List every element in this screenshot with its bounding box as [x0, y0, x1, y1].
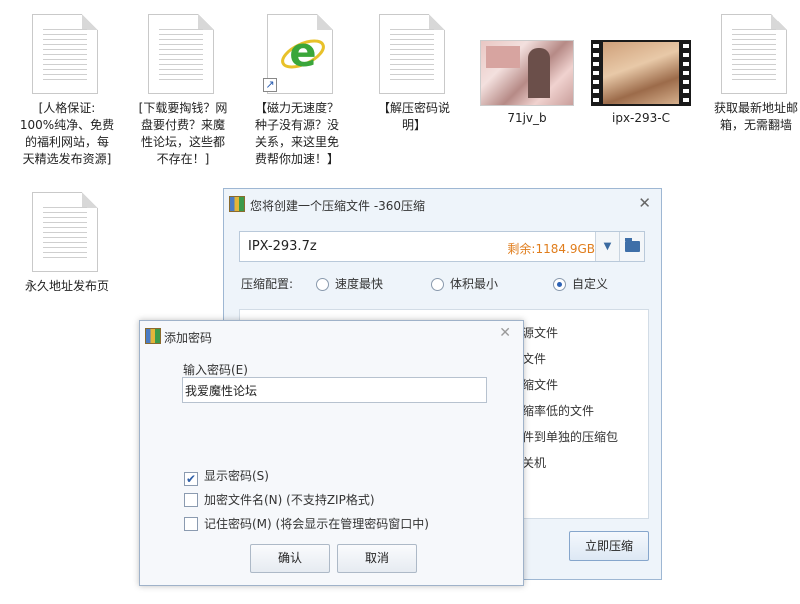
- ie-shortcut-icon: e ↗: [257, 14, 337, 96]
- document-icon: [721, 14, 791, 96]
- 360zip-app-icon: [145, 328, 161, 344]
- show-password-checkbox[interactable]: ✔ 显示密码(S): [184, 467, 269, 486]
- svg-text:e: e: [289, 30, 316, 76]
- file-label: [人格保证: 100%纯净、免费 的福利网站，每 天精选发布资源]: [19, 101, 115, 166]
- file-label: 永久地址发布页: [24, 279, 109, 293]
- option-item[interactable]: 源文件: [522, 324, 558, 341]
- desktop-file-5[interactable]: 71jv_b: [468, 40, 586, 127]
- password-input[interactable]: 我爱魔性论坛: [182, 377, 487, 403]
- password-dialog-titlebar[interactable]: 添加密码 ✕: [140, 321, 523, 349]
- desktop-file-3[interactable]: e ↗ 【磁力无速度？ 种子没有源？没 关系，来这里免 费帮你加速！】: [238, 14, 356, 168]
- desktop-file-4[interactable]: 【解压密码说 明】: [355, 14, 473, 134]
- document-icon: [379, 14, 449, 96]
- file-label: [下载要掏钱？网 盘要付费？来魔 性论坛，这些都 不存在！]: [138, 101, 228, 166]
- password-dialog-title: 添加密码: [164, 331, 213, 345]
- checkbox-checked-icon[interactable]: ✔: [184, 472, 198, 486]
- option-item[interactable]: 文件: [522, 350, 546, 367]
- 360zip-app-icon: [229, 196, 245, 212]
- radio-icon[interactable]: [431, 278, 444, 291]
- option-item[interactable]: 件到单独的压缩包: [522, 428, 618, 445]
- cancel-button[interactable]: 取消: [337, 544, 417, 573]
- compress-dialog-title: 您将创建一个压缩文件 -360压缩: [250, 199, 426, 213]
- add-password-dialog: 添加密码 ✕ 输入密码(E) 我爱魔性论坛 ✔ 显示密码(S) 加密文件名(N) …: [139, 320, 524, 586]
- image-thumbnail-icon: [480, 40, 574, 106]
- radio-selected-icon[interactable]: [553, 278, 566, 291]
- option-smallest[interactable]: 体积最小: [431, 275, 498, 292]
- compress-now-button[interactable]: 立即压缩: [569, 531, 649, 561]
- option-fastest[interactable]: 速度最快: [316, 275, 383, 292]
- radio-icon[interactable]: [316, 278, 329, 291]
- file-label: 获取最新地址邮 箱，无需翻墙: [713, 101, 798, 132]
- document-icon: [32, 192, 102, 274]
- close-icon[interactable]: ✕: [638, 194, 651, 212]
- folder-icon: [625, 238, 640, 252]
- browse-folder-button[interactable]: [619, 232, 644, 261]
- archive-filename[interactable]: IPX-293.7z: [248, 239, 317, 254]
- option-custom[interactable]: 自定义: [553, 275, 608, 292]
- document-icon: [32, 14, 102, 96]
- document-icon: [148, 14, 218, 96]
- option-item[interactable]: 关机: [522, 454, 546, 471]
- close-icon[interactable]: ✕: [499, 325, 511, 341]
- video-thumbnail-icon: [591, 40, 691, 106]
- option-item[interactable]: 缩率低的文件: [522, 402, 594, 419]
- desktop-file-6[interactable]: ipx-293-C: [582, 40, 700, 127]
- chevron-down-icon[interactable]: ▼: [595, 232, 619, 261]
- confirm-button[interactable]: 确认: [250, 544, 330, 573]
- desktop-file-8[interactable]: 永久地址发布页: [8, 192, 126, 295]
- option-item[interactable]: 缩文件: [522, 376, 558, 393]
- file-label: 【磁力无速度？ 种子没有源？没 关系，来这里免 费帮你加速！】: [254, 101, 339, 166]
- encrypt-filenames-checkbox[interactable]: 加密文件名(N) (不支持ZIP格式): [184, 491, 375, 508]
- config-label: 压缩配置:: [241, 277, 294, 291]
- file-label: 71jv_b: [507, 111, 547, 125]
- free-space-label: 剩余:1184.9GB: [507, 242, 595, 256]
- desktop-file-7[interactable]: 获取最新地址邮 箱，无需翻墙: [706, 14, 800, 134]
- desktop-file-2[interactable]: [下载要掏钱？网 盘要付费？来魔 性论坛，这些都 不存在！]: [124, 14, 242, 168]
- checkbox-icon[interactable]: [184, 517, 198, 531]
- remember-password-checkbox[interactable]: 记住密码(M) (将会显示在管理密码窗口中): [184, 515, 429, 532]
- file-label: 【解压密码说 明】: [377, 101, 450, 132]
- archive-name-field[interactable]: IPX-293.7z 剩余:1184.9GB ▼: [239, 231, 645, 262]
- compress-dialog-titlebar[interactable]: 您将创建一个压缩文件 -360压缩 ✕: [224, 189, 661, 219]
- desktop-file-1[interactable]: [人格保证: 100%纯净、免费 的福利网站，每 天精选发布资源]: [8, 14, 126, 168]
- checkbox-icon[interactable]: [184, 493, 198, 507]
- password-input-label: 输入密码(E): [183, 363, 248, 377]
- file-label: ipx-293-C: [612, 111, 670, 125]
